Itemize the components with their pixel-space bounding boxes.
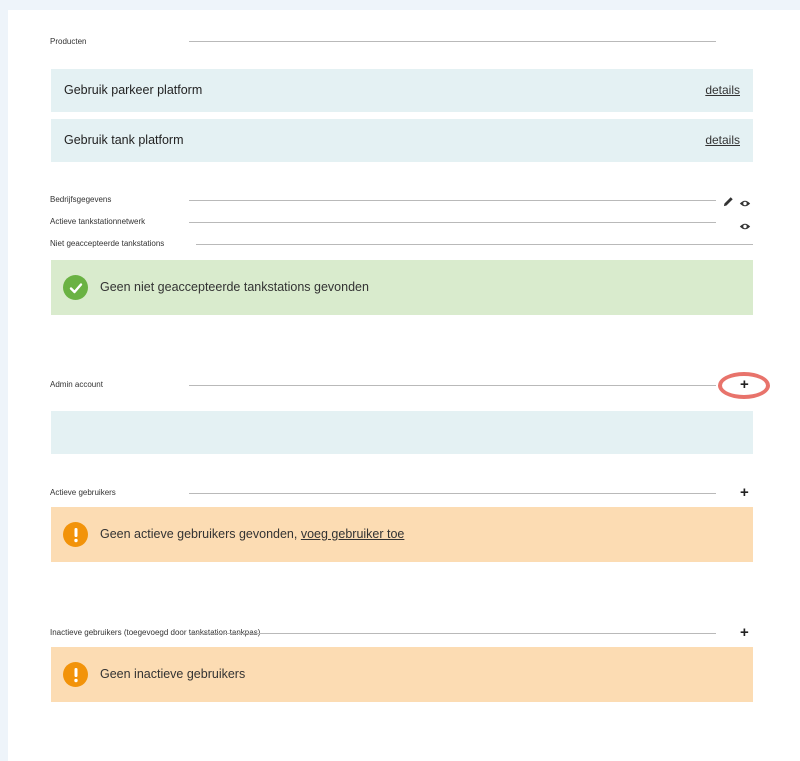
add-admin-plus-icon[interactable]: + xyxy=(740,377,749,392)
product-details-link[interactable]: details xyxy=(705,83,740,97)
inactive-users-divider xyxy=(189,633,716,634)
admin-account-row xyxy=(51,411,753,454)
admin-divider xyxy=(189,385,716,386)
add-inactive-user-plus-icon[interactable]: + xyxy=(740,625,749,640)
main-card: Producten Gebruik parkeer platform detai… xyxy=(8,10,800,761)
exclamation-circle-icon xyxy=(63,662,88,687)
pencil-icon[interactable] xyxy=(723,194,734,212)
add-active-user-plus-icon[interactable]: + xyxy=(740,485,749,500)
network-divider xyxy=(189,222,716,223)
success-alert: Geen niet geaccepteerde tankstations gev… xyxy=(51,260,753,315)
company-section-label: Bedrijfsgegevens xyxy=(50,195,112,204)
add-user-link[interactable]: voeg gebruiker toe xyxy=(301,527,405,541)
inactive-users-warning-alert: Geen inactieve gebruikers xyxy=(51,647,753,702)
products-section-label: Producten xyxy=(50,37,87,46)
active-users-section-label: Actieve gebruikers xyxy=(50,488,116,497)
product-name: Gebruik parkeer platform xyxy=(64,83,203,97)
check-circle-icon xyxy=(63,275,88,300)
eye-icon[interactable] xyxy=(739,218,751,236)
active-users-warning-text: Geen actieve gebruikers gevonden, voeg g… xyxy=(100,527,404,541)
success-alert-text: Geen niet geaccepteerde tankstations gev… xyxy=(100,280,369,294)
product-row-parking: Gebruik parkeer platform details xyxy=(51,69,753,112)
exclamation-circle-icon xyxy=(63,522,88,547)
product-row-fuel: Gebruik tank platform details xyxy=(51,119,753,162)
admin-section-label: Admin account xyxy=(50,380,103,389)
product-details-link[interactable]: details xyxy=(705,133,740,147)
eye-icon[interactable] xyxy=(739,195,751,213)
product-name: Gebruik tank platform xyxy=(64,133,184,147)
inactive-users-warning-text: Geen inactieve gebruikers xyxy=(100,667,246,681)
network-section-label: Actieve tankstationnetwerk xyxy=(50,217,146,226)
active-users-warning-message: Geen actieve gebruikers gevonden, xyxy=(100,527,298,541)
products-divider xyxy=(189,41,716,42)
unaccepted-divider xyxy=(196,244,753,245)
active-users-divider xyxy=(189,493,716,494)
unaccepted-section-label: Niet geaccepteerde tankstations xyxy=(50,239,165,248)
company-divider xyxy=(189,200,716,201)
active-users-warning-alert: Geen actieve gebruikers gevonden, voeg g… xyxy=(51,507,753,562)
